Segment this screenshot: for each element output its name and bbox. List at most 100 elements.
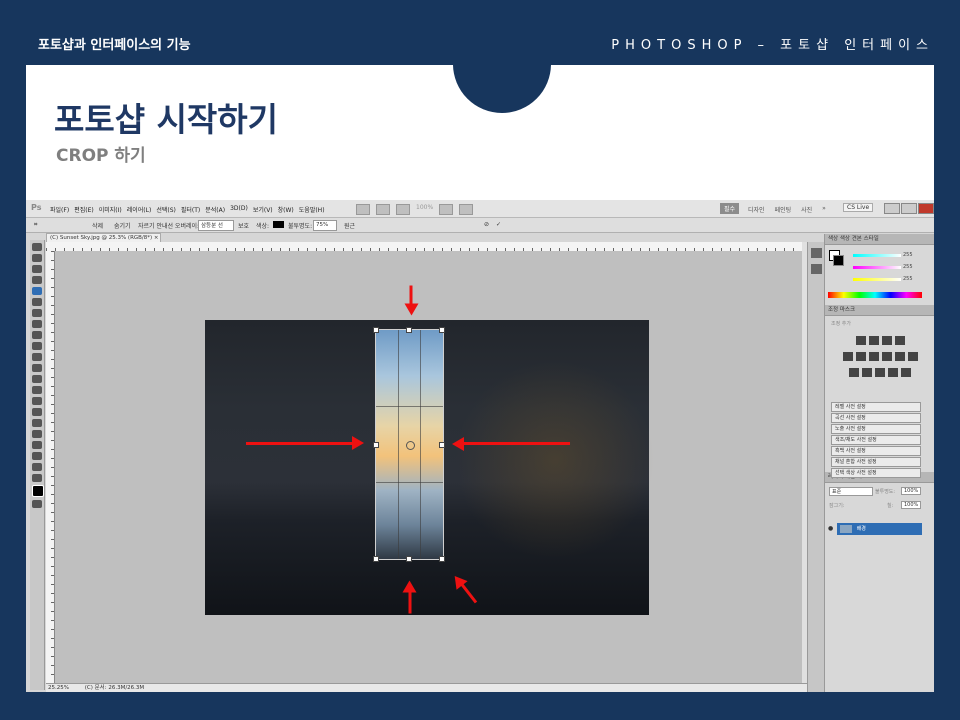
shield-color-swatch[interactable] [273,221,284,228]
view-extras-icon[interactable] [396,204,410,215]
sunset-sky-image[interactable] [205,320,655,615]
screen-mode-icon[interactable] [459,204,474,215]
invert-icon[interactable] [849,368,859,377]
posterize-icon[interactable] [862,368,872,377]
preset-levels[interactable]: 레벨 사전 설정 [831,402,921,412]
marquee-tool-icon[interactable] [32,254,42,262]
color-spectrum-bar[interactable] [828,292,922,298]
menu-analysis[interactable]: 분석(A) [205,205,225,214]
actions-panel-icon[interactable] [811,264,822,274]
red-slider[interactable] [853,254,901,257]
3d-rotate-tool-icon[interactable] [32,441,42,449]
minimize-icon[interactable] [884,203,900,214]
history-panel-icon[interactable] [811,248,822,258]
menu-select[interactable]: 선택(S) [156,205,176,214]
crop-handle-top-right[interactable] [439,327,445,333]
crop-handle-bottom-right[interactable] [439,556,445,562]
menu-filter[interactable]: 필터(T) [181,205,200,214]
color-balance-icon[interactable] [868,352,879,361]
type-tool-icon[interactable] [32,408,42,416]
quick-select-tool-icon[interactable] [32,276,42,284]
preset-hue-saturation[interactable]: 색조/채도 사전 설정 [831,435,921,445]
crop-tool-selected-icon[interactable] [32,287,42,295]
vibrance-icon[interactable] [842,352,853,361]
crop-handle-top-left[interactable] [373,327,379,333]
crop-selection[interactable] [373,327,445,562]
arrange-icon[interactable] [439,204,454,215]
green-slider[interactable] [853,266,901,269]
menu-3d[interactable]: 3D(D) [230,205,248,214]
blue-slider[interactable] [853,278,901,281]
exposure-icon[interactable] [894,336,905,345]
workspace-painting[interactable]: 페인팅 [775,205,792,214]
opacity-input[interactable]: 75% [313,220,337,231]
foreground-color-icon[interactable] [32,485,44,497]
preset-channel-mixer[interactable]: 채널 혼합 사전 설정 [831,457,921,467]
visibility-eye-icon[interactable]: ● [828,525,833,532]
brush-tool-icon[interactable] [32,320,42,328]
close-icon[interactable] [918,203,934,214]
history-brush-tool-icon[interactable] [32,342,42,350]
eyedropper-tool-icon[interactable] [32,298,42,306]
lasso-tool-icon[interactable] [32,265,42,273]
fill-value[interactable]: 100% [901,501,922,509]
hand-tool-icon[interactable] [32,463,42,471]
crop-handle-right[interactable] [439,442,445,448]
delete-option[interactable]: 삭제 [92,221,103,230]
gradient-map-icon[interactable] [888,368,898,377]
threshold-icon[interactable] [875,368,885,377]
hue-saturation-icon[interactable] [855,352,866,361]
blend-mode-select[interactable]: 표준 [829,487,873,496]
menu-help[interactable]: 도움말(H) [299,205,325,214]
path-select-tool-icon[interactable] [32,419,42,427]
dodge-tool-icon[interactable] [32,386,42,394]
restore-icon[interactable] [901,203,917,214]
3d-camera-tool-icon[interactable] [32,452,42,460]
blur-tool-icon[interactable] [32,375,42,383]
more-workspaces-icon[interactable]: » [822,205,826,214]
hide-option[interactable]: 숨기기 [114,221,131,230]
color-panel-tabs[interactable]: 색상 색상 견본 스타일 [825,234,934,245]
status-zoom[interactable]: 25.25% [46,685,69,691]
shield-checkbox[interactable]: 보호 [238,221,249,230]
workspace-photography[interactable]: 사진 [801,205,812,214]
crop-handle-top[interactable] [406,327,412,333]
cs-live-button[interactable]: CS Live [843,203,874,212]
crop-center-icon[interactable] [406,441,415,450]
black-white-icon[interactable] [881,352,892,361]
red-value[interactable]: 255 [903,252,913,258]
crop-tool-icon[interactable]: ⌗ [34,221,37,229]
gradient-tool-icon[interactable] [32,364,42,372]
levels-icon[interactable] [868,336,879,345]
brightness-icon[interactable] [855,336,866,345]
pen-tool-icon[interactable] [32,397,42,405]
green-value[interactable]: 255 [903,264,913,270]
clone-stamp-tool-icon[interactable] [32,331,42,339]
bridge-icon[interactable] [356,204,370,215]
menu-image[interactable]: 이미지(I) [99,205,122,214]
perspective-checkbox[interactable]: 원근 [344,221,355,230]
mini-bridge-icon[interactable] [376,204,390,215]
adjustments-panel-tabs[interactable]: 조정 마스크 [825,305,934,316]
move-tool-icon[interactable] [32,243,42,251]
layer-row-background[interactable]: 배경 [837,523,922,535]
selective-color-icon[interactable] [901,368,911,377]
background-swatch[interactable] [833,255,844,266]
healing-tool-icon[interactable] [32,309,42,317]
preset-curves[interactable]: 곡선 사전 설정 [831,413,921,423]
preset-selective-color[interactable]: 선택 색상 사전 설정 [831,468,921,478]
photo-filter-icon[interactable] [894,352,905,361]
blue-value[interactable]: 255 [903,276,913,282]
shape-tool-icon[interactable] [32,430,42,438]
menu-edit[interactable]: 편집(E) [74,205,94,214]
preset-exposure[interactable]: 노출 사전 설정 [831,424,921,434]
curves-icon[interactable] [881,336,892,345]
channel-mixer-icon[interactable] [907,352,918,361]
menu-window[interactable]: 창(W) [278,205,294,214]
commit-crop-icon[interactable]: ✓ [496,221,501,228]
zoom-level[interactable]: 100% [416,204,433,215]
cancel-crop-icon[interactable]: ⊘ [484,221,489,228]
guide-overlay-select[interactable]: 삼등분 선 [198,220,234,231]
layer-opacity-value[interactable]: 100% [901,487,922,495]
workspace-essentials-button[interactable]: 필수 [720,203,740,214]
